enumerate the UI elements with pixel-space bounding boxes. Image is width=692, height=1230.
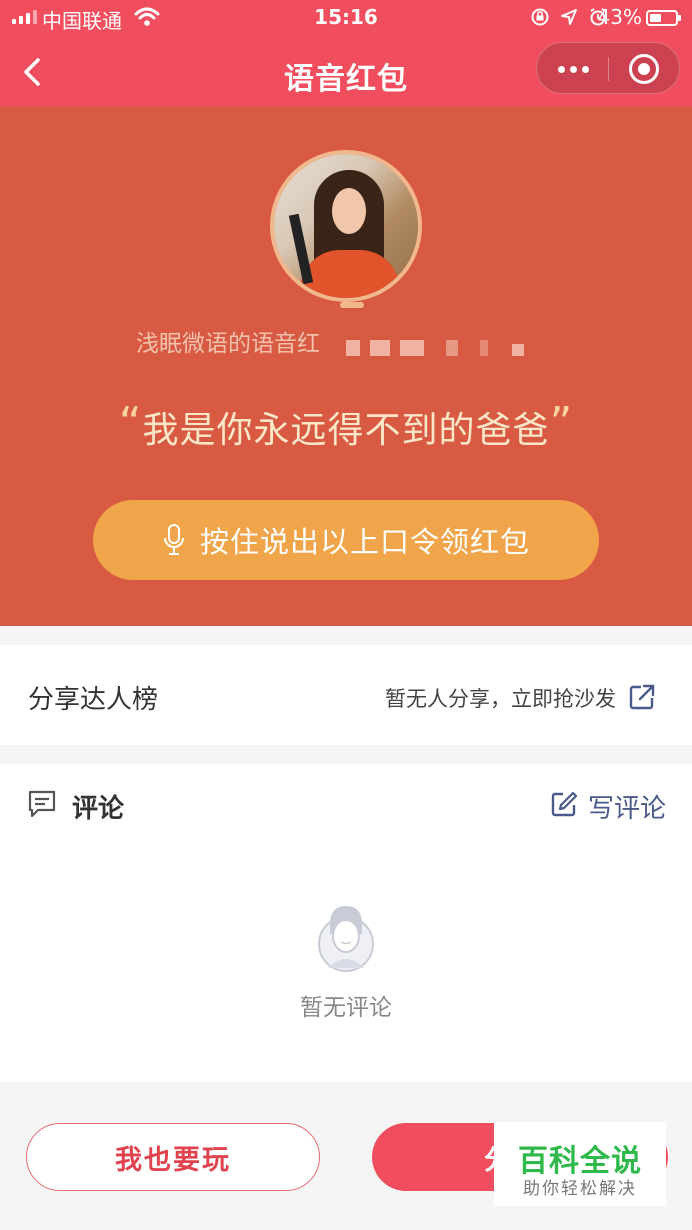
watermark-sub: 助你轻松解决 <box>523 1179 637 1199</box>
open-quote: “ <box>118 398 143 449</box>
battery-icon <box>646 10 681 26</box>
close-target-icon[interactable] <box>629 54 659 84</box>
hold-to-speak-label: 按住说出以上口令领红包 <box>199 525 530 559</box>
microphone-icon <box>163 524 184 555</box>
comments-title: 评论 <box>72 794 125 824</box>
comment-icon <box>28 790 56 818</box>
nav-bar: 语音红包 <box>0 36 692 106</box>
watermark-logo: 百科全说 助你轻松解决 <box>494 1122 666 1206</box>
hold-to-speak-button[interactable]: 按住说出以上口令领红包 <box>93 500 599 580</box>
blurred-name <box>480 340 488 356</box>
external-share-icon[interactable] <box>628 683 656 711</box>
write-comment-button[interactable]: 写评论 <box>588 788 666 825</box>
battery-percent: 43% <box>597 5 642 29</box>
sender-text: 浅眠微语的语音红 <box>136 331 320 357</box>
quote-text: 我是你永远得不到的爸爸 <box>142 410 550 451</box>
share-hint: 暂无人分享，立即抢沙发 <box>385 687 616 711</box>
miniprogram-capsule <box>536 42 680 94</box>
blurred-name <box>370 340 390 356</box>
voice-password-quote: “我是你永远得不到的爸爸” <box>0 398 692 453</box>
location-icon <box>561 9 577 25</box>
comments-section: 评论 写评论 暂无评论 <box>0 764 692 1082</box>
blurred-name <box>512 344 524 356</box>
status-bar: 中国联通 15:16 43% <box>0 0 692 36</box>
close-quote: ” <box>549 398 574 449</box>
red-packet-hero: 浅眠微语的语音红 “我是你永远得不到的爸爸” 按住说出以上口令领红包 <box>0 106 692 626</box>
edit-icon[interactable] <box>550 790 578 818</box>
play-too-button[interactable]: 我也要玩 <box>26 1123 320 1191</box>
avatar-tail <box>340 302 364 308</box>
more-dots-icon[interactable] <box>537 43 609 95</box>
share-ranking-row[interactable]: 分享达人榜 暂无人分享，立即抢沙发 <box>0 645 692 745</box>
empty-user-icon <box>318 906 374 972</box>
share-ranking-label: 分享达人榜 <box>28 685 159 715</box>
blurred-name <box>446 340 458 356</box>
avatar <box>270 150 422 302</box>
blurred-name <box>346 340 360 356</box>
lock-rotation-icon <box>531 8 549 26</box>
capsule-divider <box>608 57 609 81</box>
empty-comments-text: 暂无评论 <box>300 995 392 1021</box>
blurred-name <box>400 340 424 356</box>
